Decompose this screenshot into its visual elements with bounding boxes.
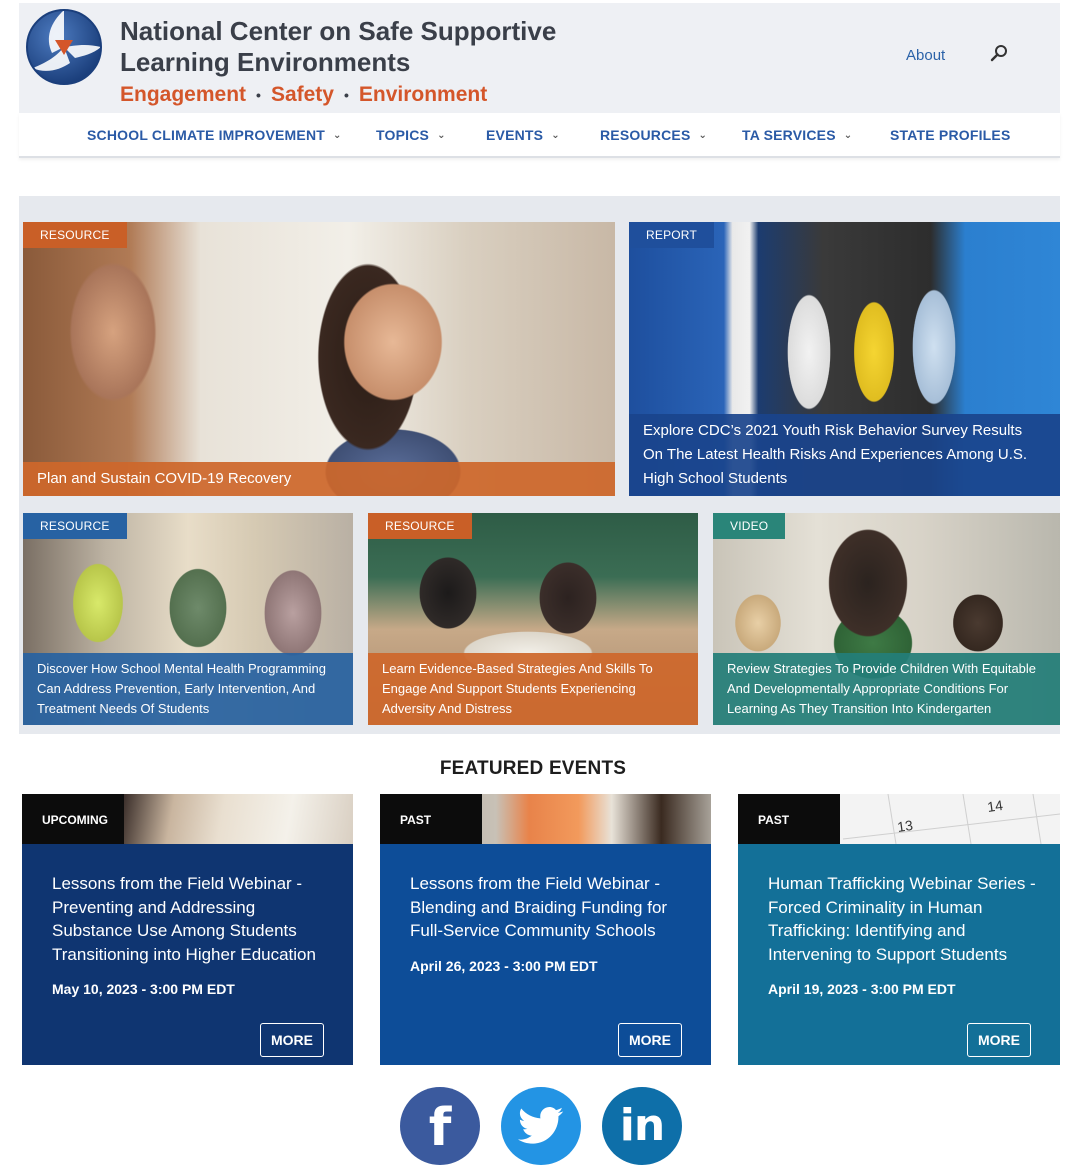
- tile-caption: Explore CDC’s 2021 Youth Risk Behavior S…: [629, 414, 1060, 496]
- nav-school-climate-improvement[interactable]: SCHOOL CLIMATE IMPROVEMENT ⌄: [87, 127, 342, 143]
- featured-tile-mental-health[interactable]: RESOURCE Discover How School Mental Heal…: [23, 513, 353, 725]
- featured-tile-covid-recovery[interactable]: RESOURCE Plan and Sustain COVID-19 Recov…: [23, 222, 615, 496]
- tile-badge: REPORT: [629, 222, 714, 248]
- tagline: Engagement • Safety • Environment: [120, 83, 488, 106]
- tile-badge: RESOURCE: [23, 513, 127, 539]
- nav-ta-services[interactable]: TA SERVICES ⌄: [742, 127, 852, 143]
- event-more-button[interactable]: MORE: [967, 1023, 1031, 1057]
- tile-badge: RESOURCE: [368, 513, 472, 539]
- search-button[interactable]: [989, 43, 1009, 63]
- facebook-icon[interactable]: f: [400, 1087, 480, 1165]
- tile-caption: Review Strategies To Provide Children Wi…: [713, 653, 1060, 725]
- event-more-button[interactable]: MORE: [618, 1023, 682, 1057]
- tile-badge: VIDEO: [713, 513, 786, 539]
- event-title[interactable]: Lessons from the Field Webinar - Prevent…: [52, 872, 331, 966]
- globe-logo-icon[interactable]: [25, 8, 103, 86]
- featured-tile-kindergarten-video[interactable]: VIDEO Review Strategies To Provide Child…: [713, 513, 1060, 725]
- featured-tile-cdc-report[interactable]: REPORT Explore CDC’s 2021 Youth Risk Beh…: [629, 222, 1060, 496]
- search-icon: [990, 45, 1007, 62]
- chevron-down-icon: ⌄: [437, 129, 446, 141]
- event-card[interactable]: 13 14 PAST Human Trafficking Webinar Ser…: [738, 794, 1060, 1065]
- event-more-button[interactable]: MORE: [260, 1023, 324, 1057]
- event-card[interactable]: PAST Lessons from the Field Webinar - Bl…: [380, 794, 711, 1065]
- site-title[interactable]: National Center on Safe Supportive Learn…: [120, 16, 556, 78]
- featured-events-heading: FEATURED EVENTS: [439, 758, 627, 779]
- featured-tile-evidence-strategies[interactable]: RESOURCE Learn Evidence-Based Strategies…: [368, 513, 698, 725]
- event-date: April 19, 2023 - 3:00 PM EDT: [768, 981, 956, 997]
- site-header: National Center on Safe Supportive Learn…: [19, 3, 1060, 113]
- about-link[interactable]: About: [906, 47, 945, 64]
- nav-resources[interactable]: RESOURCES ⌄: [600, 127, 707, 143]
- tile-badge: RESOURCE: [23, 222, 127, 248]
- chevron-down-icon: ⌄: [843, 129, 853, 141]
- linkedin-icon[interactable]: in: [602, 1087, 682, 1165]
- event-card[interactable]: UPCOMING Lessons from the Field Webinar …: [22, 794, 353, 1065]
- tile-caption: Plan and Sustain COVID-19 Recovery: [23, 462, 615, 496]
- chevron-down-icon: ⌄: [333, 129, 342, 141]
- tile-caption: Discover How School Mental Health Progra…: [23, 653, 353, 725]
- chevron-down-icon: ⌄: [551, 129, 560, 141]
- nav-events[interactable]: EVENTS ⌄: [486, 127, 560, 143]
- event-date: May 10, 2023 - 3:00 PM EDT: [52, 981, 235, 997]
- chevron-down-icon: ⌄: [698, 129, 708, 141]
- event-date: April 26, 2023 - 3:00 PM EDT: [410, 957, 598, 974]
- nav-state-profiles[interactable]: STATE PROFILES: [890, 127, 1011, 143]
- event-title[interactable]: Human Trafficking Webinar Series - Force…: [768, 872, 1038, 966]
- main-nav: SCHOOL CLIMATE IMPROVEMENT ⌄ TOPICS ⌄ EV…: [19, 113, 1060, 158]
- calendar-day-13: 13: [896, 817, 914, 835]
- tile-caption: Learn Evidence-Based Strategies And Skil…: [368, 653, 698, 725]
- twitter-bird-icon: [518, 1107, 564, 1144]
- teacher-child-photo: [23, 222, 615, 496]
- event-status-badge: PAST: [380, 794, 482, 844]
- event-status-badge: UPCOMING: [22, 794, 124, 844]
- event-status-badge: PAST: [738, 794, 840, 844]
- nav-topics[interactable]: TOPICS ⌄: [376, 127, 446, 143]
- twitter-icon[interactable]: [501, 1087, 581, 1165]
- calendar-day-14: 14: [986, 797, 1004, 815]
- event-title[interactable]: Lessons from the Field Webinar - Blendin…: [410, 872, 689, 943]
